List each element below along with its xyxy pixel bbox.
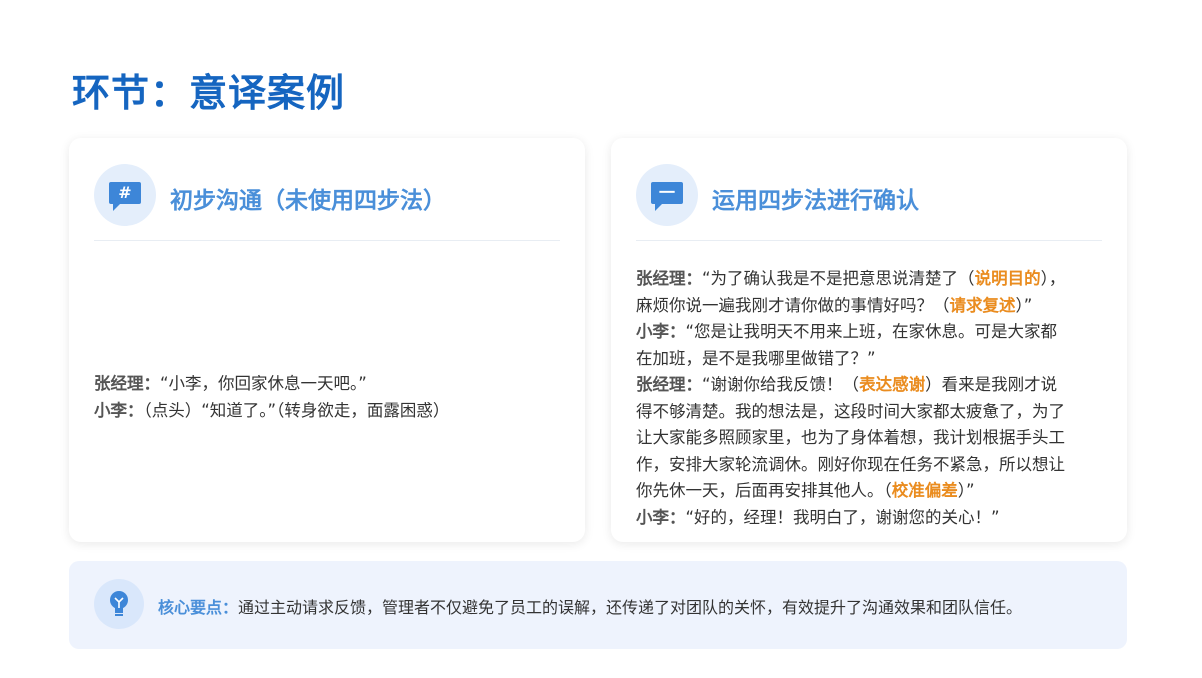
dialog-text: 得不够清楚。我的想法是，这段时间大家都太疲惫了，为了 [636, 401, 1065, 421]
dialog-line: 小李：（点头）“知道了。”（转身欲走，面露困惑） [94, 398, 560, 425]
speaker-label: 张经理： [636, 375, 702, 394]
lightbulb-icon [94, 579, 144, 629]
dialog-line: 小李：“您是让我明天不用来上班，在家休息。可是大家都 [636, 319, 1102, 346]
key-point-label: 核心要点： [158, 598, 239, 617]
chat-bubble-icon: 一 [636, 164, 698, 226]
key-point-text: 核心要点：通过主动请求反馈，管理者不仅避免了员工的误解，还传递了对团队的关怀，有… [158, 594, 1022, 618]
card-initial-communication: # 初步沟通（未使用四步法） 张经理：“小李，你回家休息一天吧。” 小李：（点头）… [69, 138, 585, 542]
page-title: 环节：意译案例 [72, 71, 346, 115]
dialog-text: （点头）“知道了。”（转身欲走，面露困惑） [143, 400, 450, 420]
dialog-text: 作，安排大家轮流调休。刚好你现在任务不紧急，所以想让 [636, 454, 1065, 474]
card-title: 运用四步法进行确认 [712, 188, 919, 214]
speaker-label: 张经理： [636, 269, 702, 288]
speaker-label: 小李： [94, 400, 144, 420]
dialog-line: 作，安排大家轮流调休。刚好你现在任务不紧急，所以想让 [636, 452, 1102, 479]
dialog-text: “谢谢你给我反馈！（ [702, 375, 860, 394]
key-point-box: 核心要点：通过主动请求反馈，管理者不仅避免了员工的误解，还传递了对团队的关怀，有… [69, 561, 1127, 649]
highlight-step: 校准偏差 [891, 481, 958, 500]
dialog-text: “好的，经理！我明白了，谢谢您的关心！” [685, 507, 1000, 527]
dialog-text: 在加班，是不是我哪里做错了？” [636, 348, 876, 368]
dialog: 张经理：“小李，你回家休息一天吧。” 小李：（点头）“知道了。”（转身欲走，面露困… [94, 371, 560, 424]
card-header: 一 运用四步法进行确认 [636, 164, 1102, 241]
dialog-line: 张经理：“为了确认我是不是把意思说清楚了（说明目的）， [636, 266, 1102, 293]
dialog-text: ）” [1015, 295, 1033, 315]
dialog-line: 张经理：“谢谢你给我反馈！（表达感谢）看来是我刚才说 [636, 372, 1102, 399]
dialog-text: “为了确认我是不是把意思说清楚了（ [702, 269, 975, 288]
dialog-line: 麻烦你说一遍我刚才请你做的事情好吗？（请求复述）” [636, 293, 1102, 320]
highlight-step: 请求复述 [949, 295, 1016, 315]
hashtag-chat-icon: # [94, 164, 156, 226]
card-four-step-confirmation: 一 运用四步法进行确认 张经理：“为了确认我是不是把意思说清楚了（说明目的），麻… [611, 138, 1127, 542]
highlight-step: 说明目的 [974, 269, 1041, 288]
dialog-line: 让大家能多照顾家里，也为了身体着想，我计划根据手头工 [636, 425, 1102, 452]
card-title: 初步沟通（未使用四步法） [170, 188, 446, 214]
highlight-step: 表达感谢 [859, 375, 926, 394]
dialog-text: “小李，你回家休息一天吧。” [160, 374, 367, 393]
dialog-line: 你先休一天，后面再安排其他人。（校准偏差）” [636, 478, 1102, 505]
dialog-text: ）” [957, 481, 975, 500]
speaker-label: 小李： [636, 507, 686, 527]
dialog-text: ）看来是我刚才说 [925, 375, 1058, 394]
dialog-text: ）， [1040, 269, 1066, 288]
dialog-text: 让大家能多照顾家里，也为了身体着想，我计划根据手头工 [636, 428, 1065, 447]
dialog-text: 麻烦你说一遍我刚才请你做的事情好吗？（ [636, 295, 950, 315]
speaker-label: 小李： [636, 322, 686, 341]
dialog-line: 得不够清楚。我的想法是，这段时间大家都太疲惫了，为了 [636, 399, 1102, 426]
dialog-text: “您是让我明天不用来上班，在家休息。可是大家都 [685, 322, 1058, 341]
speaker-label: 张经理： [94, 374, 160, 393]
dialog-text: 你先休一天，后面再安排其他人。（ [636, 481, 892, 500]
key-point-body: 通过主动请求反馈，管理者不仅避免了员工的误解，还传递了对团队的关怀，有效提升了沟… [238, 598, 1023, 617]
dialog-line: 小李：“好的，经理！我明白了，谢谢您的关心！” [636, 505, 1102, 532]
dialog-line: 在加班，是不是我哪里做错了？” [636, 346, 1102, 373]
dialog: 张经理：“为了确认我是不是把意思说清楚了（说明目的）， 麻烦你说一遍我刚才请你做的… [636, 266, 1102, 531]
card-header: # 初步沟通（未使用四步法） [94, 164, 560, 241]
dialog-line: 张经理：“小李，你回家休息一天吧。” [94, 371, 560, 398]
